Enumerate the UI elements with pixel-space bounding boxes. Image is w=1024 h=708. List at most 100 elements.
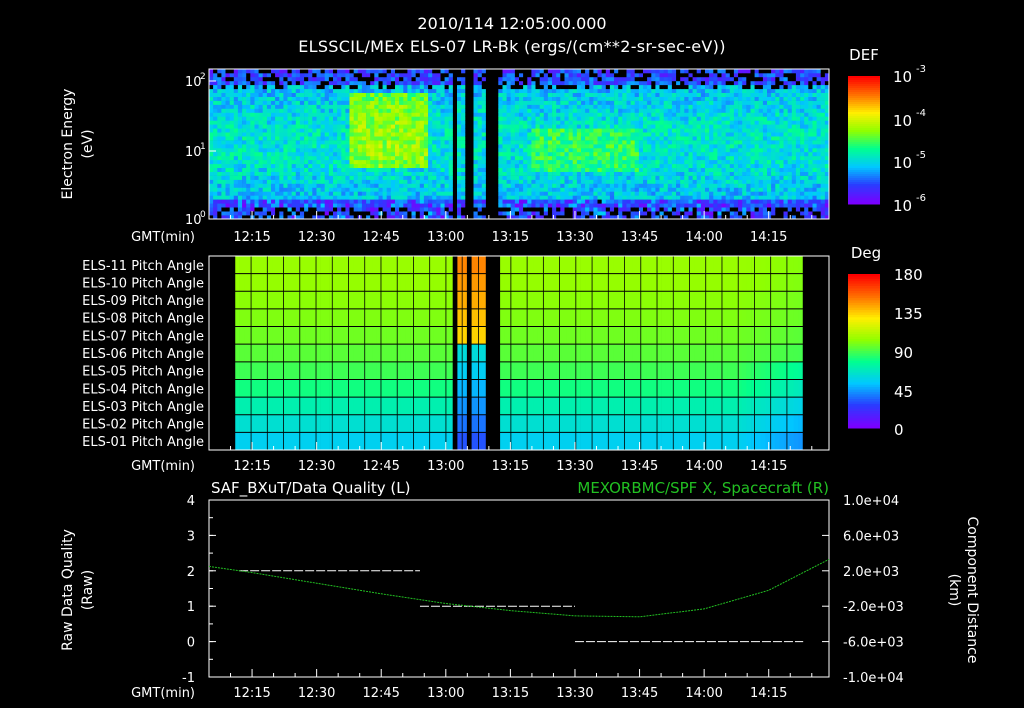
energy-cell	[709, 175, 714, 180]
energy-cell	[407, 147, 412, 153]
energy-cell	[502, 175, 507, 180]
energy-cell	[299, 140, 305, 145]
energy-cell	[746, 69, 751, 74]
energy-cell	[535, 183, 540, 188]
energy-cell	[262, 147, 268, 153]
energy-cell	[696, 191, 702, 196]
energy-cell	[287, 147, 292, 153]
energy-cell	[626, 144, 631, 149]
energy-cell	[333, 112, 338, 117]
energy-cell	[597, 108, 602, 113]
energy-cell	[333, 179, 338, 184]
energy-cell	[399, 175, 404, 180]
energy-cell	[217, 179, 222, 184]
energy-cell	[366, 88, 371, 93]
energy-cell	[671, 207, 677, 212]
energy-cell	[283, 104, 288, 109]
energy-cell	[237, 199, 243, 204]
energy-cell	[287, 159, 292, 165]
energy-cell	[333, 136, 338, 141]
energy-cell	[473, 120, 478, 125]
energy-cell	[349, 76, 354, 82]
energy-cell	[229, 159, 235, 165]
energy-cell	[634, 80, 640, 86]
energy-cell	[217, 80, 222, 86]
energy-cell	[452, 92, 458, 97]
energy-cell	[605, 92, 611, 97]
energy-cell	[601, 100, 607, 105]
energy-cell	[390, 132, 396, 137]
energy-cell	[295, 80, 301, 86]
energy-cell	[411, 124, 416, 129]
energy-cell	[527, 195, 532, 200]
energy-cell	[370, 108, 375, 113]
energy-cell	[514, 132, 520, 137]
energy-cell	[626, 171, 631, 176]
energy-cell	[705, 199, 710, 204]
energy-cell	[213, 155, 218, 161]
energy-cell	[696, 151, 702, 157]
energy-cell	[733, 147, 739, 153]
energy-cell	[746, 92, 751, 97]
energy-cell	[506, 92, 512, 97]
energy-cell	[643, 187, 648, 192]
energy-cell	[291, 179, 297, 184]
energy-cell	[688, 140, 693, 145]
energy-cell	[295, 207, 301, 212]
energy-cell	[531, 140, 536, 145]
energy-cell	[378, 96, 383, 101]
energy-cell	[626, 132, 631, 137]
energy-cell	[539, 104, 545, 109]
energy-cell	[457, 207, 462, 212]
energy-cell	[465, 207, 470, 212]
energy-cell	[560, 191, 565, 196]
energy-cell	[568, 72, 574, 78]
energy-cell	[572, 100, 578, 105]
energy-cell	[271, 203, 276, 208]
energy-cell	[485, 96, 491, 101]
energy-cell	[560, 147, 565, 153]
energy-cell	[684, 80, 689, 86]
energy-cell	[448, 80, 454, 86]
energy-cell	[552, 199, 557, 204]
energy-cell	[213, 120, 218, 125]
energy-cell	[304, 104, 309, 109]
energy-cell	[630, 207, 636, 212]
energy-cell	[304, 96, 309, 101]
energy-cell	[333, 159, 338, 165]
energy-cell	[221, 104, 226, 109]
energy-cell	[452, 69, 458, 74]
energy-cell	[585, 167, 590, 172]
energy-cell	[233, 187, 239, 192]
energy-cell	[531, 147, 536, 153]
energy-cell	[262, 159, 268, 165]
energy-cell	[271, 88, 276, 93]
energy-cell	[254, 112, 259, 117]
energy-cell	[684, 144, 689, 149]
energy-cell	[725, 80, 731, 86]
energy-cell	[225, 144, 230, 149]
energy-cell	[700, 80, 706, 86]
energy-cell	[502, 124, 507, 129]
energy-cell	[477, 132, 483, 137]
energy-cell	[473, 124, 478, 129]
energy-cell	[560, 100, 565, 105]
energy-cell	[630, 84, 636, 90]
energy-cell	[477, 171, 483, 176]
energy-cell	[490, 191, 495, 196]
energy-cell	[680, 112, 685, 117]
energy-cell	[395, 69, 400, 74]
energy-cell	[283, 147, 288, 153]
energy-cell	[217, 92, 222, 97]
energy-cell	[494, 191, 499, 196]
energy-cell	[560, 195, 565, 200]
energy-cell	[250, 199, 255, 204]
energy-cell	[399, 203, 404, 208]
energy-cell	[308, 132, 313, 137]
energy-cell	[477, 195, 483, 200]
energy-cell	[490, 69, 495, 74]
energy-cell	[729, 80, 735, 86]
energy-cell	[246, 108, 251, 113]
energy-cell	[366, 92, 371, 97]
energy-cell	[324, 108, 330, 113]
